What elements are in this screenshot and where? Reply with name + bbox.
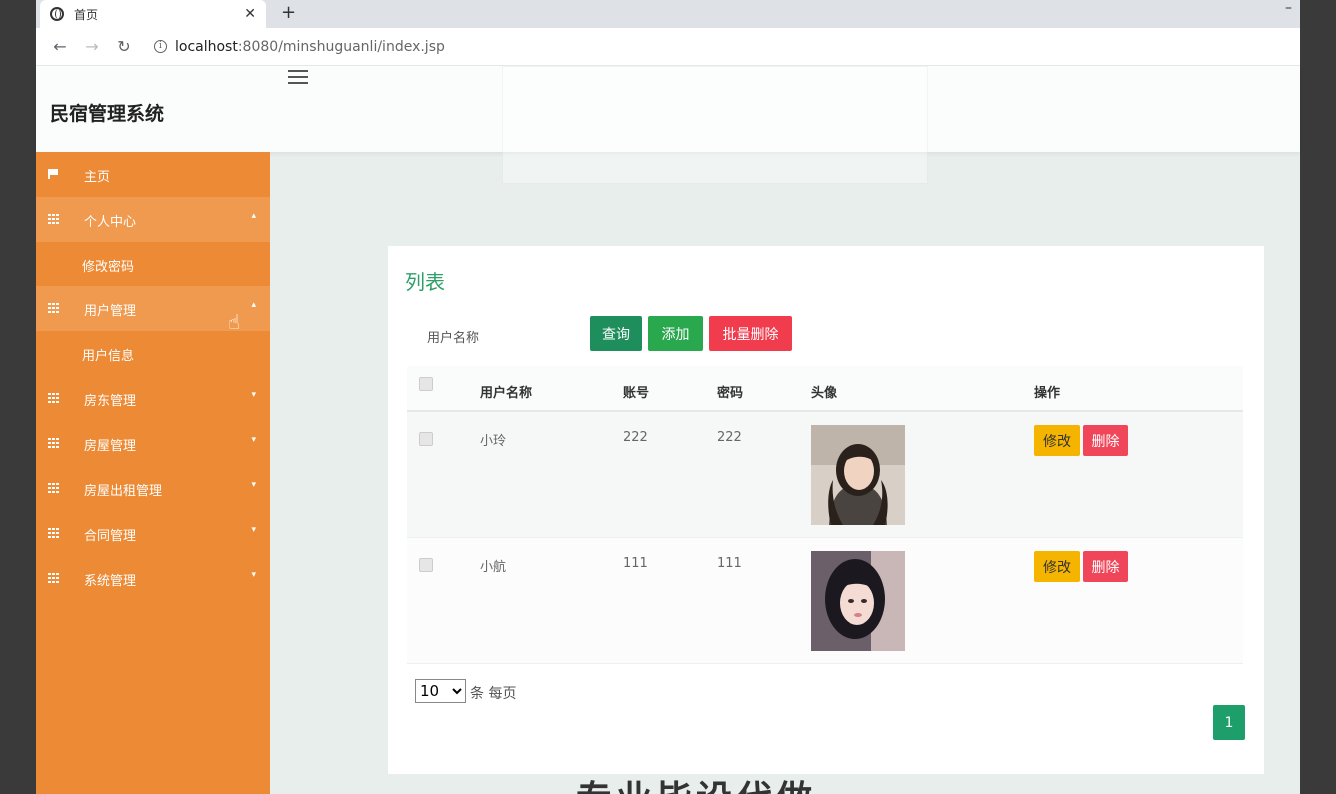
delete-button[interactable]: 删除	[1083, 425, 1128, 456]
sidebar-item-house-management[interactable]: 房屋管理 ▾	[36, 421, 270, 466]
watermark-banner: 专业毕设代做	[576, 774, 816, 794]
column-header: 操作	[1034, 386, 1061, 401]
grid-icon	[48, 303, 60, 313]
grid-icon	[48, 214, 60, 224]
sidebar-item-label: 用户管理	[84, 304, 137, 319]
back-arrow-icon[interactable]: ←	[48, 37, 72, 56]
browser-tab-strip: 首页 ✕ + –	[36, 0, 1300, 28]
avatar	[811, 551, 905, 651]
sidebar-item-label: 房屋管理	[84, 439, 137, 454]
avatar	[811, 425, 905, 525]
sidebar-item-label: 主页	[84, 170, 111, 185]
tab-close-button[interactable]: ✕	[244, 6, 256, 22]
search-input[interactable]: 用户名称	[427, 327, 479, 346]
table-header: 用户名称 账号 密码 头像 操作	[407, 366, 1243, 412]
search-button[interactable]: 查询	[590, 316, 642, 351]
sidebar-item-rental-management[interactable]: 房屋出租管理 ▾	[36, 466, 270, 511]
hand-cursor-icon: ☝	[228, 310, 241, 334]
sidebar-item-label: 用户信息	[82, 349, 135, 364]
sidebar-item-label: 合同管理	[84, 529, 137, 544]
chevron-down-icon: ▾	[251, 570, 256, 580]
batch-delete-button[interactable]: 批量删除	[709, 316, 792, 351]
address-bar: ← → ↻ i localhost:8080/minshuguanli/inde…	[36, 28, 1300, 66]
cell-password: 111	[717, 556, 742, 571]
column-header: 头像	[811, 386, 838, 401]
reload-icon[interactable]: ↻	[112, 37, 136, 56]
pagination-page-button[interactable]: 1	[1213, 705, 1245, 740]
sidebar-item-contract-management[interactable]: 合同管理 ▾	[36, 511, 270, 556]
chevron-up-icon: ▴	[251, 300, 256, 310]
sidebar: 主页 个人中心 ▴ 修改密码 用户管理 ▴ 用户信息 房东管理 ▾ 房屋管理 ▾	[36, 152, 270, 794]
app-viewport: 民宿管理系统 主页 个人中心 ▴ 修改密码 用户管理 ▴ 用户信息 房东管理 ▾	[36, 66, 1300, 794]
user-table: 用户名称 账号 密码 头像 操作 小玲 222 222 修改 删除 小航 111…	[407, 366, 1243, 664]
edit-button[interactable]: 修改	[1034, 425, 1080, 456]
window-minimize-icon[interactable]: –	[1285, 0, 1292, 16]
grid-icon	[48, 573, 60, 583]
brand-title: 民宿管理系统	[50, 103, 165, 125]
edit-button[interactable]: 修改	[1034, 551, 1080, 582]
sidebar-item-label: 修改密码	[82, 260, 135, 275]
select-all-checkbox[interactable]	[419, 377, 433, 391]
page-size-select[interactable]: 10	[415, 679, 466, 703]
cell-username: 小玲	[480, 434, 507, 449]
grid-icon	[48, 438, 60, 448]
grid-icon	[48, 483, 60, 493]
page-title: 列表	[405, 270, 445, 294]
grid-icon	[48, 393, 60, 403]
table-row: 小玲 222 222 修改 删除	[407, 412, 1243, 538]
url-field[interactable]: localhost:8080/minshuguanli/index.jsp	[175, 39, 445, 55]
list-card: 列表 用户名称 查询 添加 批量删除 用户名称 账号 密码 头像 操作 小玲 2…	[388, 246, 1264, 774]
table-row: 小航 111 111 修改 删除	[407, 538, 1243, 664]
chevron-down-icon: ▾	[251, 390, 256, 400]
sidebar-item-system-management[interactable]: 系统管理 ▾	[36, 556, 270, 601]
sidebar-item-label: 房东管理	[84, 394, 137, 409]
overlay-box	[502, 66, 928, 184]
delete-button[interactable]: 删除	[1083, 551, 1128, 582]
column-header: 密码	[717, 386, 744, 401]
chevron-down-icon: ▾	[251, 435, 256, 445]
chevron-down-icon: ▾	[251, 480, 256, 490]
sidebar-item-home[interactable]: 主页	[36, 152, 270, 197]
cell-account: 111	[623, 556, 648, 571]
page-size-label: 条 每页	[470, 686, 517, 702]
add-button[interactable]: 添加	[648, 316, 703, 351]
flag-icon	[48, 169, 60, 179]
sidebar-item-label: 个人中心	[84, 215, 137, 230]
column-header: 用户名称	[480, 386, 533, 401]
sidebar-item-label: 房屋出租管理	[84, 484, 163, 499]
sidebar-subitem-user-info[interactable]: 用户信息	[36, 331, 270, 375]
chevron-down-icon: ▾	[251, 525, 256, 535]
cell-username: 小航	[480, 560, 507, 575]
browser-tab[interactable]: 首页 ✕	[40, 0, 266, 28]
sidebar-subitem-change-password[interactable]: 修改密码	[36, 242, 270, 286]
tab-title: 首页	[74, 7, 99, 22]
new-tab-button[interactable]: +	[281, 2, 296, 23]
chevron-up-icon: ▴	[251, 211, 256, 221]
forward-arrow-icon[interactable]: →	[80, 37, 104, 56]
row-checkbox[interactable]	[419, 432, 433, 446]
cell-password: 222	[717, 430, 742, 445]
row-checkbox[interactable]	[419, 558, 433, 572]
sidebar-item-landlord-management[interactable]: 房东管理 ▾	[36, 376, 270, 421]
sidebar-item-personal-center[interactable]: 个人中心 ▴	[36, 197, 270, 242]
sidebar-item-label: 系统管理	[84, 574, 137, 589]
grid-icon	[48, 528, 60, 538]
info-icon[interactable]: i	[154, 40, 167, 53]
globe-icon	[50, 7, 64, 21]
column-header: 账号	[623, 386, 650, 401]
menu-toggle-icon[interactable]	[288, 70, 308, 84]
cell-account: 222	[623, 430, 648, 445]
